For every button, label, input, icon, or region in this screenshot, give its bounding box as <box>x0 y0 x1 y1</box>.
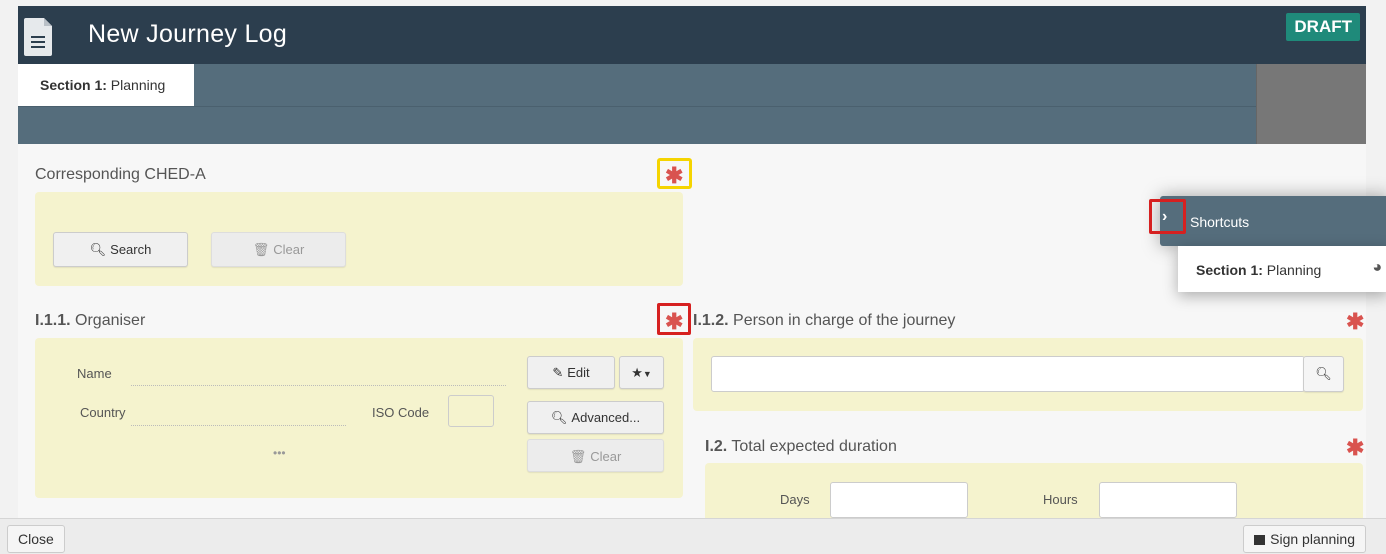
required-icon: ✱ <box>665 309 684 334</box>
edit-button[interactable]: ✎ Edit <box>527 356 615 389</box>
person-number: I.1.2. <box>693 312 729 329</box>
duration-number: I.2. <box>705 438 728 455</box>
caret-down-icon: ▼ <box>642 369 652 379</box>
shortcuts-panel[interactable]: Shortcuts <box>1160 196 1386 246</box>
advanced-button[interactable]: 🔍︎ Advanced... <box>527 401 664 434</box>
required-icon: ✱ <box>665 163 684 188</box>
tab-bold-label: Section 1: <box>40 77 107 93</box>
name-field <box>131 385 506 386</box>
highlight-box <box>1149 199 1186 234</box>
shortcut-bold-label: Section 1: <box>1196 262 1263 278</box>
clear-button[interactable]: 🗑︎ Clear <box>211 232 346 267</box>
name-label: Name <box>77 366 112 381</box>
search-icon: 🔍︎ <box>89 242 107 257</box>
hours-input[interactable] <box>1099 482 1237 518</box>
app-header: New Journey Log DRAFT <box>18 6 1366 64</box>
star-icon: ★ <box>631 365 643 380</box>
person-section-title: I.1.2. Person in charge of the journey <box>693 312 955 330</box>
organiser-clear-button-label: Clear <box>590 449 622 464</box>
shortcut-item-section-1[interactable]: Section 1: Planning ◕ <box>1178 246 1386 292</box>
duration-title: Total expected duration <box>731 438 897 455</box>
shortcut-label: Planning <box>1262 262 1322 278</box>
organiser-number: I.1.1. <box>35 312 71 329</box>
days-input[interactable] <box>830 482 968 518</box>
archive-icon <box>1254 535 1266 545</box>
organiser-section-title: I.1.1. Organiser <box>35 312 145 330</box>
tab-label: Planning <box>106 77 166 93</box>
search-icon: 🔍︎ <box>550 410 568 425</box>
search-button[interactable]: 🔍︎ Search <box>53 232 188 267</box>
search-button-label: Search <box>110 242 152 257</box>
hours-label: Hours <box>1043 492 1078 507</box>
more-indicator: ••• <box>273 446 286 460</box>
status-badge: DRAFT <box>1286 13 1360 41</box>
required-icon: ✱ <box>1346 435 1365 460</box>
document-icon <box>24 18 52 56</box>
duration-panel <box>705 463 1363 518</box>
page-title: New Journey Log <box>88 20 288 48</box>
organiser-title: Organiser <box>75 312 146 329</box>
edit-icon: ✎ <box>552 365 564 380</box>
sub-toolbar <box>18 106 1366 144</box>
chevron-right-icon[interactable]: › <box>1162 208 1167 226</box>
duration-section-title: I.2. Total expected duration <box>705 438 897 456</box>
circle-arrow-icon[interactable]: ◕ <box>1372 259 1382 277</box>
organiser-clear-button[interactable]: 🗑︎ Clear <box>527 439 664 472</box>
person-title: Person in charge of the journey <box>733 312 956 329</box>
trash-icon: 🗑︎ <box>252 242 270 257</box>
iso-code-label: ISO Code <box>372 405 430 420</box>
search-icon: 🔍︎ <box>1315 366 1332 381</box>
country-label: Country <box>80 405 126 420</box>
shortcuts-label: Shortcuts <box>1190 214 1250 230</box>
person-search-input[interactable] <box>711 356 1305 392</box>
edit-button-label: Edit <box>567 365 590 380</box>
tab-section-1-planning[interactable]: Section 1: Planning <box>18 64 194 106</box>
favourites-dropdown-button[interactable]: ★▼ <box>619 356 664 389</box>
advanced-button-label: Advanced... <box>571 410 641 425</box>
iso-code-field <box>448 395 494 427</box>
footer-bar: Close Sign planning <box>0 518 1386 554</box>
close-button[interactable]: Close <box>7 525 65 553</box>
tab-bar: Section 1: Planning <box>18 64 1366 106</box>
ched-section-title: Corresponding CHED-A <box>35 166 206 183</box>
country-field <box>131 425 346 426</box>
sign-planning-button[interactable]: Sign planning <box>1243 525 1366 553</box>
person-search-button[interactable]: 🔍︎ <box>1303 356 1344 392</box>
header-side-box <box>1256 64 1366 144</box>
required-icon: ✱ <box>1346 309 1365 334</box>
sign-planning-label: Sign planning <box>1270 531 1355 547</box>
clear-button-label: Clear <box>273 242 305 257</box>
days-label: Days <box>780 492 810 507</box>
trash-icon: 🗑︎ <box>569 449 587 464</box>
